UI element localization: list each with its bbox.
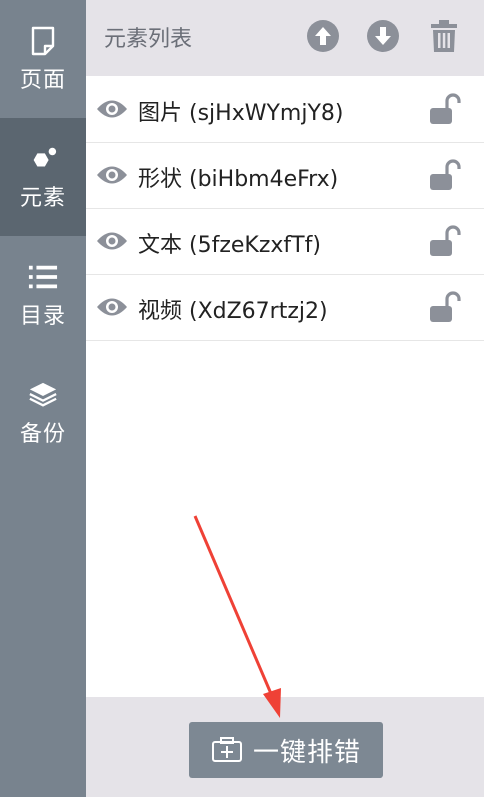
- auto-sort-button[interactable]: 一键排错: [189, 722, 383, 778]
- sidebar-item-label: 备份: [19, 422, 66, 447]
- trash-icon: [431, 20, 457, 52]
- delete-button[interactable]: [426, 18, 462, 54]
- sidebar-item-elements[interactable]: 元素: [0, 118, 86, 236]
- unlock-icon[interactable]: [428, 91, 462, 127]
- unlock-icon[interactable]: [428, 289, 462, 325]
- unlock-icon[interactable]: [428, 223, 462, 259]
- list-item[interactable]: 形状 (biHbm4eFrx): [86, 143, 484, 209]
- unlock-icon[interactable]: [428, 157, 462, 193]
- sidebar-item-catalog[interactable]: 目录: [0, 236, 86, 354]
- move-down-button[interactable]: [365, 18, 401, 54]
- element-name: 图片 (sjHxWYmjY8): [138, 101, 344, 126]
- list-item[interactable]: 视频 (XdZ67rtzj2): [86, 275, 484, 341]
- list-icon: [28, 260, 58, 294]
- move-up-button[interactable]: [305, 18, 341, 54]
- eye-icon[interactable]: [96, 227, 128, 255]
- element-list-panel: 元素列表 图片 (sjHxWYmjY8) 形状 (biHbm4eFrx) 文本 …: [86, 0, 484, 797]
- sidebar-item-label: 元素: [19, 186, 66, 211]
- page-icon: [28, 24, 58, 58]
- add-box-icon: [211, 736, 243, 764]
- sidebar-item-pages[interactable]: 页面: [0, 0, 86, 118]
- list-item[interactable]: 图片 (sjHxWYmjY8): [86, 77, 484, 143]
- auto-sort-label: 一键排错: [252, 737, 361, 768]
- panel-footer: 一键排错: [86, 697, 484, 797]
- element-name: 形状 (biHbm4eFrx): [138, 167, 339, 192]
- sidebar-item-label: 目录: [19, 304, 66, 329]
- list-item[interactable]: 文本 (5fzeKzxfTf): [86, 209, 484, 275]
- panel-title: 元素列表: [104, 27, 193, 52]
- element-name: 视频 (XdZ67rtzj2): [138, 299, 328, 324]
- eye-icon[interactable]: [96, 161, 128, 189]
- move-down-icon: [367, 20, 399, 52]
- layers-icon: [28, 378, 58, 412]
- eye-icon[interactable]: [96, 95, 128, 123]
- elements-icon: [28, 142, 58, 176]
- sidebar-item-backup[interactable]: 备份: [0, 354, 86, 472]
- sidebar: 页面 元素 目录 备份: [0, 0, 86, 797]
- panel-header: 元素列表: [86, 0, 484, 76]
- element-name: 文本 (5fzeKzxfTf): [138, 233, 321, 258]
- sidebar-item-label: 页面: [19, 68, 66, 93]
- move-up-icon: [307, 20, 339, 52]
- eye-icon[interactable]: [96, 293, 128, 321]
